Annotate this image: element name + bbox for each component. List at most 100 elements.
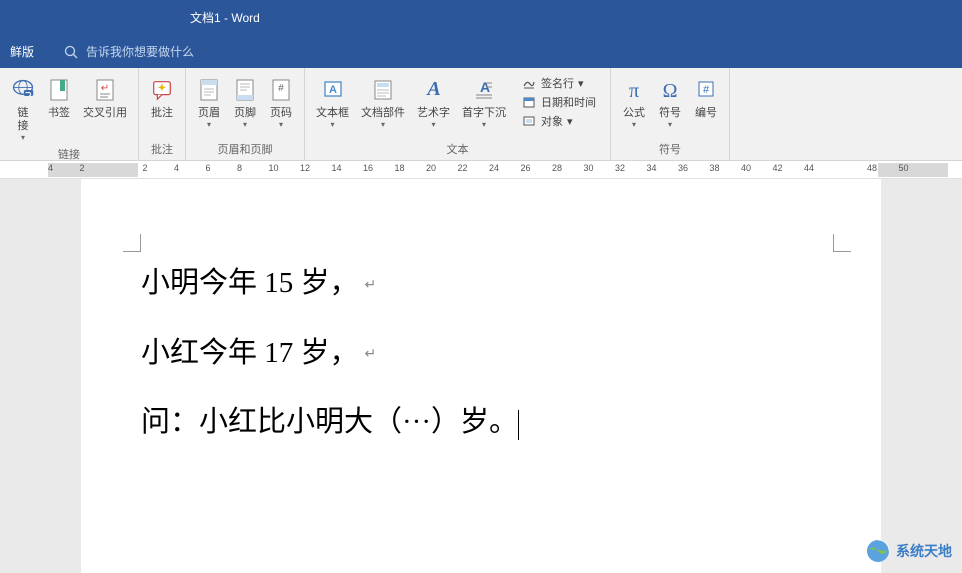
dropcap-icon: A — [472, 74, 496, 106]
dropdown-arrow-icon: ▾ — [431, 120, 435, 129]
dropcap-label: 首字下沉 — [462, 107, 506, 120]
textbox-label: 文本框 — [316, 107, 349, 120]
wordart-label: 艺术字 — [417, 107, 450, 120]
dropdown-arrow-icon: ▾ — [578, 77, 584, 90]
text-stack: 签名行 ▾ 日期和时间 对象 ▾ — [513, 72, 604, 139]
svg-text:✦: ✦ — [158, 83, 167, 94]
ruler-tick: 14 — [332, 163, 342, 173]
tab-xianban[interactable]: 鲜版 — [0, 36, 44, 67]
docparts-label: 文档部件 — [361, 107, 405, 120]
symbol-label: 符号 — [659, 107, 681, 120]
ruler-tick: 10 — [269, 163, 279, 173]
horizontal-ruler[interactable]: 4224681012141618202224262830323436384042… — [0, 161, 962, 179]
margin-corner-icon — [123, 234, 141, 252]
object-label: 对象 — [541, 113, 563, 129]
dropdown-arrow-icon: ▾ — [243, 120, 247, 129]
ruler-tick: 50 — [899, 163, 909, 173]
ruler-tick: 36 — [678, 163, 688, 173]
svg-text:A: A — [425, 78, 440, 100]
dropcap-button[interactable]: A 首字下沉 ▾ — [457, 72, 511, 139]
symbol-icon: Ω — [658, 74, 682, 106]
ruler-tick: 2 — [80, 163, 85, 173]
ruler-tick: 6 — [206, 163, 211, 173]
pagenum-label: 页码 — [270, 107, 292, 120]
ribbon-group-comments: ✦ 批注 批注 — [139, 68, 186, 160]
ruler-tick: 12 — [300, 163, 310, 173]
document-line: 问：小红比小明大（···）岁。 — [141, 388, 821, 458]
textbox-icon: A — [321, 74, 345, 106]
dropdown-arrow-icon: ▾ — [279, 120, 283, 129]
object-icon — [521, 113, 537, 129]
link-label: 链 接 — [18, 107, 29, 133]
ruler-tick: 22 — [458, 163, 468, 173]
footer-label: 页脚 — [234, 107, 256, 120]
object-button[interactable]: 对象 ▾ — [517, 112, 600, 130]
footer-button[interactable]: 页脚 ▾ — [228, 72, 262, 139]
ribbon-group-headerfooter: 页眉 ▾ 页脚 ▾ # 页码 ▾ 页眉和页脚 — [186, 68, 305, 160]
ribbon-group-text: A 文本框 ▾ 文档部件 ▾ A 艺术字 ▾ A — [305, 68, 611, 160]
pagenum-icon: # — [269, 74, 293, 106]
bookmark-button[interactable]: 书签 — [42, 72, 76, 144]
document-title: 文档1 - Word — [190, 9, 260, 26]
margin-corner-icon — [833, 234, 851, 252]
number-button[interactable]: # 编号 — [689, 72, 723, 139]
signature-label: 签名行 — [541, 75, 574, 91]
comment-button[interactable]: ✦ 批注 — [145, 72, 179, 139]
title-bar: 文档1 - Word — [0, 0, 962, 35]
equation-label: 公式 — [623, 107, 645, 120]
wordart-icon: A — [422, 74, 446, 106]
crossref-icon: ↵ — [93, 74, 117, 106]
paragraph-mark-icon: ↵ — [365, 278, 377, 293]
number-label: 编号 — [695, 107, 717, 120]
svg-text:Ω: Ω — [663, 80, 678, 102]
dropdown-arrow-icon: ▾ — [207, 120, 211, 129]
crossref-button[interactable]: ↵ 交叉引用 — [78, 72, 132, 144]
signature-line-button[interactable]: 签名行 ▾ — [517, 74, 600, 92]
watermark: 系统天地 — [864, 537, 952, 565]
ribbon-group-symbols: π 公式 ▾ Ω 符号 ▾ # 编号 符号 — [611, 68, 730, 160]
watermark-text: 系统天地 — [896, 541, 952, 561]
document-area[interactable]: 小明今年 15 岁，↵ 小红今年 17 岁，↵ 问：小红比小明大（···）岁。 — [0, 179, 962, 573]
svg-text:↵: ↵ — [101, 83, 109, 94]
datetime-button[interactable]: 日期和时间 — [517, 93, 600, 111]
ruler-tick: 28 — [552, 163, 562, 173]
pagenum-button[interactable]: # 页码 ▾ — [264, 72, 298, 139]
ruler-tick: 4 — [48, 163, 53, 173]
ruler-tick: 18 — [395, 163, 405, 173]
ruler-tick: 30 — [584, 163, 594, 173]
svg-text:#: # — [703, 84, 710, 96]
ruler-tick: 32 — [615, 163, 625, 173]
datetime-label: 日期和时间 — [541, 94, 596, 110]
dropdown-arrow-icon: ▾ — [668, 120, 672, 129]
datetime-icon — [521, 94, 537, 110]
symbol-button[interactable]: Ω 符号 ▾ — [653, 72, 687, 139]
dropdown-arrow-icon: ▾ — [330, 120, 334, 129]
document-body[interactable]: 小明今年 15 岁，↵ 小红今年 17 岁，↵ 问：小红比小明大（···）岁。 — [141, 249, 821, 458]
ribbon-group-label: 批注 — [145, 139, 179, 160]
comment-label: 批注 — [151, 107, 173, 120]
wordart-button[interactable]: A 艺术字 ▾ — [412, 72, 455, 139]
equation-icon: π — [622, 74, 646, 106]
link-button[interactable]: 链 接 ▾ — [6, 72, 40, 144]
svg-text:#: # — [278, 83, 284, 94]
textbox-button[interactable]: A 文本框 ▾ — [311, 72, 354, 139]
ruler-tick: 16 — [363, 163, 373, 173]
docparts-button[interactable]: 文档部件 ▾ — [356, 72, 410, 139]
equation-button[interactable]: π 公式 ▾ — [617, 72, 651, 139]
header-label: 页眉 — [198, 107, 220, 120]
tell-me-search[interactable]: 告诉我你想要做什么 — [64, 43, 194, 60]
ribbon: 链 接 ▾ 书签 ↵ 交叉引用 链接 ✦ — [0, 68, 962, 161]
ruler-tick: 2 — [143, 163, 148, 173]
ruler-tick: 24 — [489, 163, 499, 173]
search-icon — [64, 45, 78, 59]
dropdown-arrow-icon: ▾ — [567, 115, 573, 128]
ruler-tick: 8 — [237, 163, 242, 173]
ruler-tick: 40 — [741, 163, 751, 173]
document-page[interactable]: 小明今年 15 岁，↵ 小红今年 17 岁，↵ 问：小红比小明大（···）岁。 — [81, 179, 881, 573]
ruler-tick: 20 — [426, 163, 436, 173]
header-button[interactable]: 页眉 ▾ — [192, 72, 226, 139]
comment-icon: ✦ — [150, 74, 174, 106]
ribbon-group-links: 链 接 ▾ 书签 ↵ 交叉引用 链接 — [0, 68, 139, 160]
tab-search-bar: 鲜版 告诉我你想要做什么 — [0, 35, 962, 68]
tell-me-placeholder: 告诉我你想要做什么 — [86, 43, 194, 60]
